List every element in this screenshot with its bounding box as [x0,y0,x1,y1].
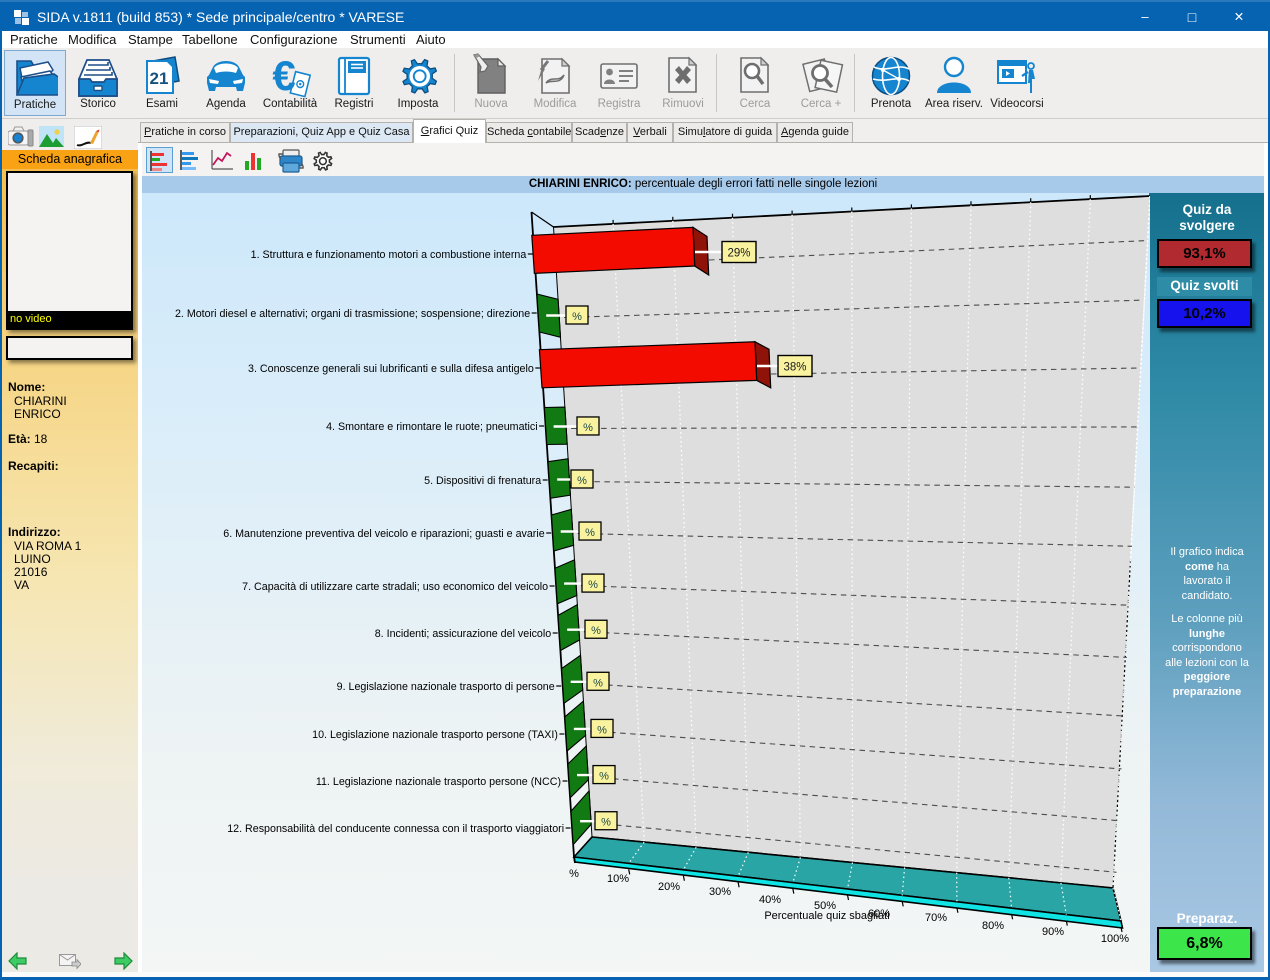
svg-text:10. Legislazione nazionale tra: 10. Legislazione nazionale trasporto per… [312,729,558,741]
svg-text:90%: 90% [1042,926,1064,938]
svg-text:20%: 20% [658,881,680,893]
svg-text:Percentuale quiz sbagliati: Percentuale quiz sbagliati [764,910,889,922]
svg-text:40%: 40% [759,894,781,906]
svg-text:1. Struttura e funzionamento m: 1. Struttura e funzionamento motori a co… [251,249,527,261]
svg-text:30%: 30% [709,886,731,898]
svg-text:%: % [572,311,582,323]
svg-text:%: % [569,868,579,880]
svg-text:21: 21 [150,69,169,88]
svg-text:10%: 10% [607,873,629,885]
svg-text:70%: 70% [925,912,947,924]
svg-text:12. Responsabilità del conduce: 12. Responsabilità del conducente connes… [227,823,564,835]
svg-text:11. Legislazione nazionale tra: 11. Legislazione nazionale trasporto per… [316,776,561,788]
svg-text:%: % [601,817,611,829]
svg-text:%: % [588,579,598,591]
svg-text:%: % [577,475,587,487]
svg-text:%: % [585,527,595,539]
svg-text:%: % [593,677,603,689]
svg-text:29%: 29% [727,248,750,260]
svg-text:%: % [599,771,609,783]
svg-text:9. Legislazione nazionale tras: 9. Legislazione nazionale trasporto di p… [337,681,555,693]
svg-text:38%: 38% [783,362,806,374]
svg-text:3. Conoscenze generali sui lub: 3. Conoscenze generali sui lubrificanti … [248,363,534,375]
svg-text:6. Manutenzione preventiva del: 6. Manutenzione preventiva del veicolo e… [223,528,544,540]
svg-text:7. Capacità di utilizzare cart: 7. Capacità di utilizzare carte stradali… [242,581,548,593]
svg-text:8. Incidenti; assicurazione de: 8. Incidenti; assicurazione del veicolo [375,628,551,640]
svg-text:2. Motori diesel e alternativi: 2. Motori diesel e alternativi; organi d… [175,308,530,320]
svg-text:%: % [583,422,593,434]
svg-text:€: € [272,53,295,99]
svg-text:5. Dispositivi di frenatura: 5. Dispositivi di frenatura [424,475,541,487]
svg-text:%: % [591,625,601,637]
svg-text:80%: 80% [982,920,1004,932]
svg-text:%: % [597,724,607,736]
svg-text:4. Smontare e rimontare le ruo: 4. Smontare e rimontare le ruote; pneuma… [326,421,537,433]
